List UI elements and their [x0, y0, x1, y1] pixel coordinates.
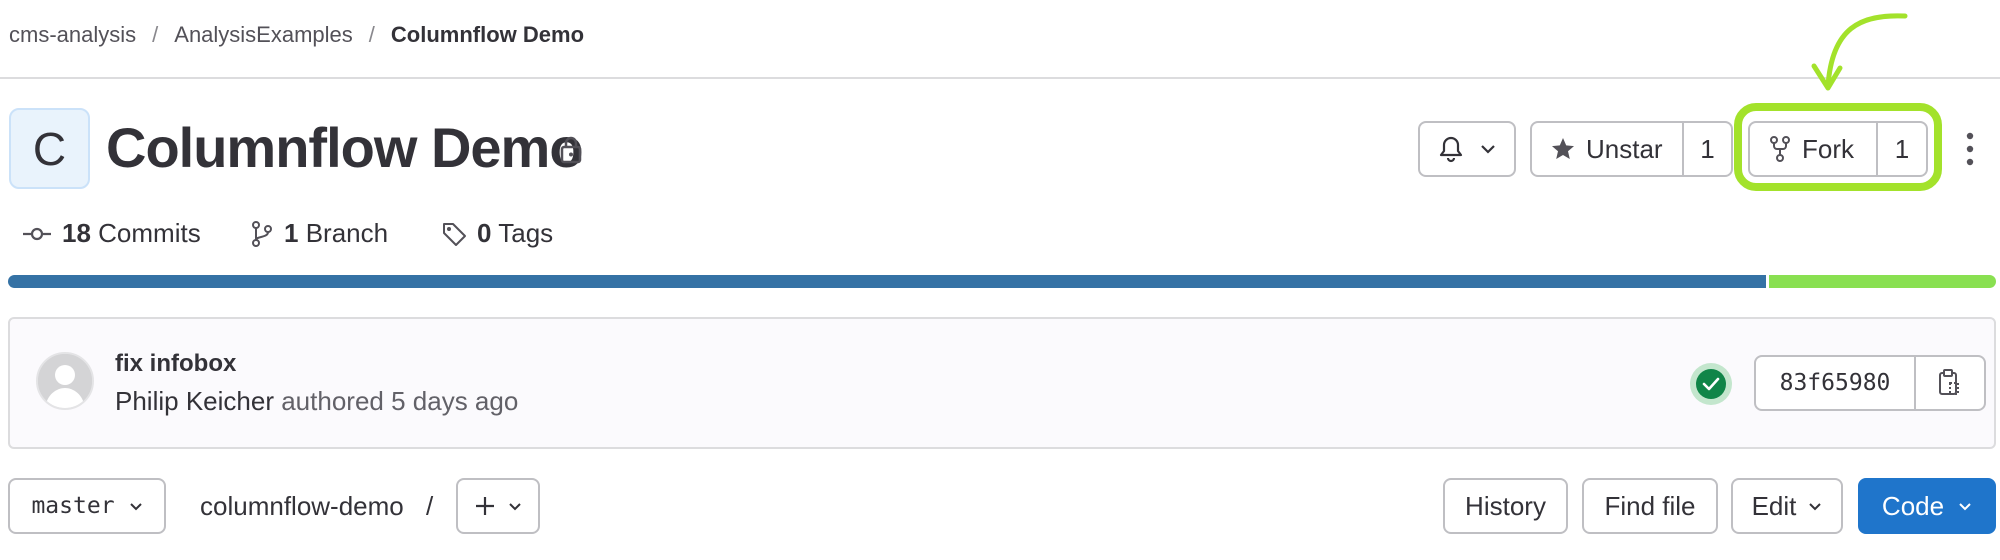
unstar-button[interactable]: Unstar [1532, 123, 1682, 175]
breadcrumb-separator: / [152, 22, 159, 47]
star-icon [1550, 136, 1576, 162]
commit-title[interactable]: fix infobox [115, 350, 236, 378]
tags-label: Tags [498, 218, 554, 248]
breadcrumb-separator: / [368, 22, 375, 47]
commit-action: authored [281, 386, 384, 416]
unstar-button-group: Unstar 1 [1530, 121, 1733, 177]
add-to-tree-button[interactable] [456, 478, 540, 534]
chevron-down-icon [508, 502, 522, 511]
branches-count: 1 [284, 218, 299, 248]
chevron-down-icon [1958, 502, 1972, 511]
project-avatar[interactable]: C [9, 108, 90, 189]
header-divider [0, 77, 2000, 79]
language-segment[interactable] [1765, 275, 1996, 288]
history-button[interactable]: History [1443, 478, 1568, 534]
branch-icon [250, 220, 274, 248]
bell-icon [1438, 135, 1464, 163]
repo-path-root[interactable]: columnflow-demo [200, 491, 404, 522]
path-separator: / [426, 491, 434, 521]
branch-selector-label: master [31, 493, 115, 519]
notifications-button[interactable] [1418, 121, 1516, 177]
chevron-down-icon [1808, 502, 1822, 511]
chevron-down-icon [129, 502, 143, 511]
breadcrumb-item-group[interactable]: cms-analysis [9, 22, 136, 48]
repository-language-bar[interactable] [8, 275, 1996, 288]
kebab-icon[interactable] [1960, 130, 1980, 168]
commits-count: 18 [62, 218, 91, 248]
project-avatar-letter: C [32, 122, 67, 175]
commits-label: Commits [98, 218, 201, 248]
pipeline-status-badge[interactable] [1690, 363, 1732, 405]
find-file-button[interactable]: Find file [1582, 478, 1718, 534]
page-title: Columnflow Demo [106, 116, 584, 179]
breadcrumb: cms-analysis / AnalysisExamples / Column… [9, 22, 584, 48]
code-button-label: Code [1881, 490, 1945, 521]
tag-icon [441, 221, 467, 247]
edit-button[interactable]: Edit [1731, 478, 1843, 534]
commit-sha[interactable]: 83f65980 [1756, 357, 1916, 409]
breadcrumb-item-current[interactable]: Columnflow Demo [391, 22, 584, 48]
branch-selector[interactable]: master [8, 478, 166, 534]
commit-sha-group: 83f65980 [1754, 355, 1986, 411]
breadcrumb-item-subgroup[interactable]: AnalysisExamples [174, 22, 353, 48]
plus-icon [474, 495, 496, 517]
commit-time: 5 days ago [391, 386, 519, 416]
language-segment[interactable] [8, 275, 1766, 288]
branches-link[interactable]: 1 Branch [250, 218, 388, 249]
chevron-down-icon [1480, 144, 1496, 154]
star-count[interactable]: 1 [1682, 123, 1731, 175]
commits-link[interactable]: 18 Commits [22, 218, 201, 249]
arrow-annotation-icon [1780, 8, 1910, 98]
commit-author[interactable]: Philip Keicher [115, 386, 274, 416]
edit-button-label: Edit [1751, 490, 1797, 521]
branches-label: Branch [305, 218, 389, 248]
tags-link[interactable]: 0 Tags [441, 218, 553, 249]
lock-icon [556, 134, 586, 166]
tags-count: 0 [477, 218, 492, 248]
copy-sha-button[interactable] [1916, 357, 1984, 409]
unstar-label: Unstar [1586, 133, 1663, 164]
commit-icon [22, 224, 52, 244]
commit-meta: Philip Keicher authored 5 days ago [115, 386, 518, 417]
fork-highlight-annotation [1734, 103, 1942, 191]
clipboard-icon [1938, 369, 1962, 397]
check-icon [1702, 377, 1720, 391]
code-button[interactable]: Code [1858, 478, 1996, 534]
avatar[interactable] [36, 352, 94, 410]
